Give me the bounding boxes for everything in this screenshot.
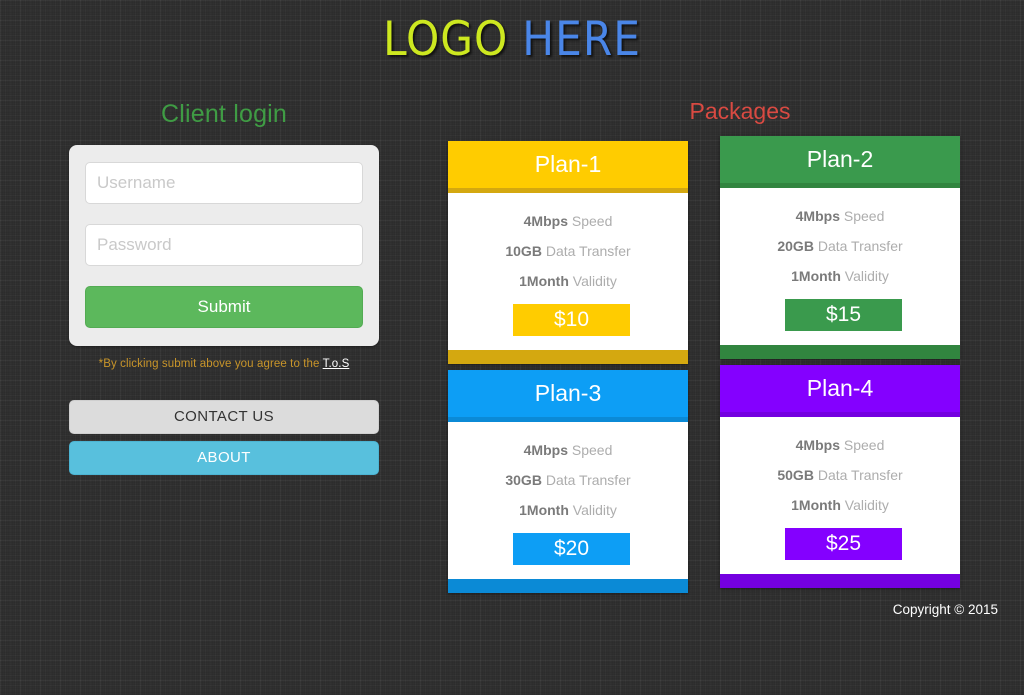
plan-feature: 50GB Data Transfer [720, 468, 960, 498]
plan-feature-label: Validity [568, 273, 617, 289]
logo-part-primary: LOGO [383, 12, 509, 67]
plan-price-row: $20 [448, 533, 688, 579]
plan-card-footer [720, 574, 960, 588]
submit-button[interactable]: Submit [85, 286, 363, 328]
plan-feature-label: Speed [567, 213, 613, 229]
plan-feature: 4Mbps Speed [720, 209, 960, 239]
plan-feature-value: 30GB [505, 472, 542, 488]
plan-feature-value: 50GB [777, 467, 814, 483]
plan-card-body: 4Mbps Speed 10GB Data Transfer 1Month Va… [448, 193, 688, 304]
page-root: LOGOHERE Client login Submit *By clickin… [0, 0, 1024, 695]
plan-price[interactable]: $10 [513, 304, 630, 336]
packages-grid: Plan-1 4Mbps Speed 10GB Data Transfer 1M… [448, 136, 1024, 611]
plan-price[interactable]: $20 [513, 533, 630, 565]
plan-feature-label: Data Transfer [541, 472, 631, 488]
plan-feature-label: Speed [839, 437, 885, 453]
plan-feature: 1Month Validity [448, 503, 688, 533]
plan-price-row: $10 [448, 304, 688, 350]
packages-heading: Packages [689, 98, 791, 124]
plan-card-body: 4Mbps Speed 30GB Data Transfer 1Month Va… [448, 422, 688, 533]
plan-feature: 4Mbps Speed [720, 438, 960, 468]
plan-feature-label: Data Transfer [541, 243, 631, 259]
plan-feature-label: Speed [567, 442, 613, 458]
plan-feature-value: 4Mbps [795, 437, 840, 453]
plan-feature-label: Data Transfer [813, 238, 903, 254]
plan-card-body: 4Mbps Speed 20GB Data Transfer 1Month Va… [720, 188, 960, 299]
plan-feature: 1Month Validity [720, 498, 960, 528]
contact-us-button[interactable]: CONTACT US [69, 400, 379, 434]
plan-feature: 20GB Data Transfer [720, 239, 960, 269]
plan-feature-value: 1Month [519, 273, 569, 289]
plan-card[interactable]: Plan-3 4Mbps Speed 30GB Data Transfer 1M… [448, 370, 688, 593]
plan-card-title: Plan-2 [720, 136, 960, 183]
plan-feature-value: 20GB [777, 238, 814, 254]
login-column: Client login Submit *By clicking submit … [0, 80, 448, 482]
plan-price-row: $15 [720, 299, 960, 345]
site-logo: LOGO HERE [0, 0, 1024, 80]
plan-feature-value: 4Mbps [523, 213, 568, 229]
tos-link[interactable]: T.o.S [323, 358, 350, 370]
plan-card-footer [448, 579, 688, 593]
plan-feature-value: 10GB [505, 243, 542, 259]
username-input[interactable] [85, 162, 363, 204]
plan-card-footer [720, 345, 960, 359]
about-button[interactable]: ABOUT [69, 441, 379, 475]
plan-feature-value: 1Month [519, 502, 569, 518]
plan-card-title: Plan-4 [720, 365, 960, 412]
login-heading: Client login [160, 100, 288, 128]
plan-feature: 10GB Data Transfer [448, 244, 688, 274]
plan-card-body: 4Mbps Speed 50GB Data Transfer 1Month Va… [720, 417, 960, 528]
plan-feature-value: 4Mbps [795, 208, 840, 224]
plan-card[interactable]: Plan-2 4Mbps Speed 20GB Data Transfer 1M… [720, 136, 960, 359]
logo-part-secondary: HERE [522, 12, 641, 67]
copyright-text: Copyright © 2015 [892, 602, 998, 617]
plan-feature-label: Validity [840, 268, 889, 284]
logo-text: LOGO HERE [383, 14, 641, 66]
plan-price-row: $25 [720, 528, 960, 574]
plan-price[interactable]: $25 [785, 528, 902, 560]
plan-feature-label: Validity [568, 502, 617, 518]
plan-card-title: Plan-3 [448, 370, 688, 417]
plan-feature-value: 1Month [791, 268, 841, 284]
plan-feature: 1Month Validity [720, 269, 960, 299]
plan-price[interactable]: $15 [785, 299, 902, 331]
plan-card[interactable]: Plan-1 4Mbps Speed 10GB Data Transfer 1M… [448, 141, 688, 364]
plan-feature: 4Mbps Speed [448, 214, 688, 244]
plan-feature: 1Month Validity [448, 274, 688, 304]
plan-card-title: Plan-1 [448, 141, 688, 188]
password-input[interactable] [85, 224, 363, 266]
plan-feature-label: Speed [839, 208, 885, 224]
plan-feature: 30GB Data Transfer [448, 473, 688, 503]
login-form-panel: Submit [69, 145, 379, 346]
plan-card[interactable]: Plan-4 4Mbps Speed 50GB Data Transfer 1M… [720, 365, 960, 588]
plan-feature-value: 1Month [791, 497, 841, 513]
packages-column: Packages Plan-1 4Mbps Speed 10GB Data Tr… [448, 80, 1024, 611]
plan-feature-label: Validity [840, 497, 889, 513]
plan-card-footer [448, 350, 688, 364]
tos-notice-text: *By clicking submit above you agree to t… [98, 358, 323, 370]
plan-feature: 4Mbps Speed [448, 443, 688, 473]
tos-notice: *By clicking submit above you agree to t… [0, 346, 448, 370]
plan-feature-label: Data Transfer [813, 467, 903, 483]
plan-feature-value: 4Mbps [523, 442, 568, 458]
